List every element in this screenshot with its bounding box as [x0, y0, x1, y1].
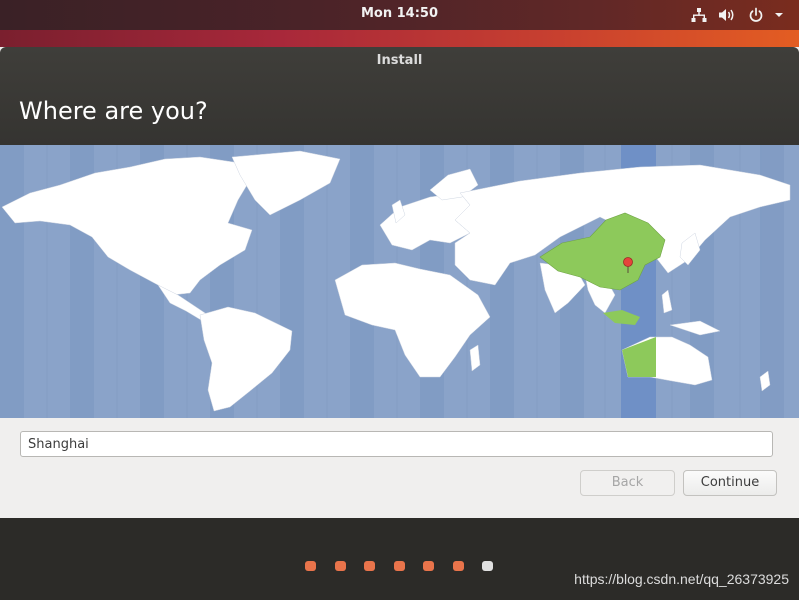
window-title: Install	[376, 53, 423, 68]
watermark-text: https://blog.csdn.net/qq_26373925	[574, 571, 789, 587]
madagascar	[469, 344, 481, 372]
clock[interactable]: Mon 14:50	[0, 6, 799, 21]
window-titlebar[interactable]: Install Where are you?	[0, 47, 799, 145]
installer-footer	[0, 518, 799, 600]
back-button[interactable]: Back	[580, 470, 675, 496]
greenland	[231, 150, 341, 216]
top-panel: Mon 14:50	[0, 0, 799, 30]
chevron-down-icon[interactable]	[772, 6, 786, 24]
step-dot	[452, 561, 464, 571]
step-progress-indicator	[305, 561, 493, 571]
step-dot	[393, 561, 405, 571]
step-dot	[305, 561, 316, 571]
philippines	[661, 289, 673, 314]
step-dot	[334, 561, 346, 571]
location-input[interactable]	[20, 431, 773, 457]
continue-button[interactable]: Continue	[683, 470, 777, 496]
installer-window: Install Where are you? Shanghai Back Con…	[0, 47, 799, 518]
south-america	[199, 306, 293, 412]
network-icon[interactable]	[689, 6, 709, 24]
timezone-map[interactable]	[0, 145, 799, 418]
power-icon[interactable]	[746, 6, 766, 24]
step-dot	[364, 561, 375, 571]
page-title: Where are you?	[19, 97, 208, 125]
volume-icon[interactable]	[717, 6, 737, 24]
step-dot-current	[482, 561, 493, 571]
step-dot	[423, 561, 434, 571]
